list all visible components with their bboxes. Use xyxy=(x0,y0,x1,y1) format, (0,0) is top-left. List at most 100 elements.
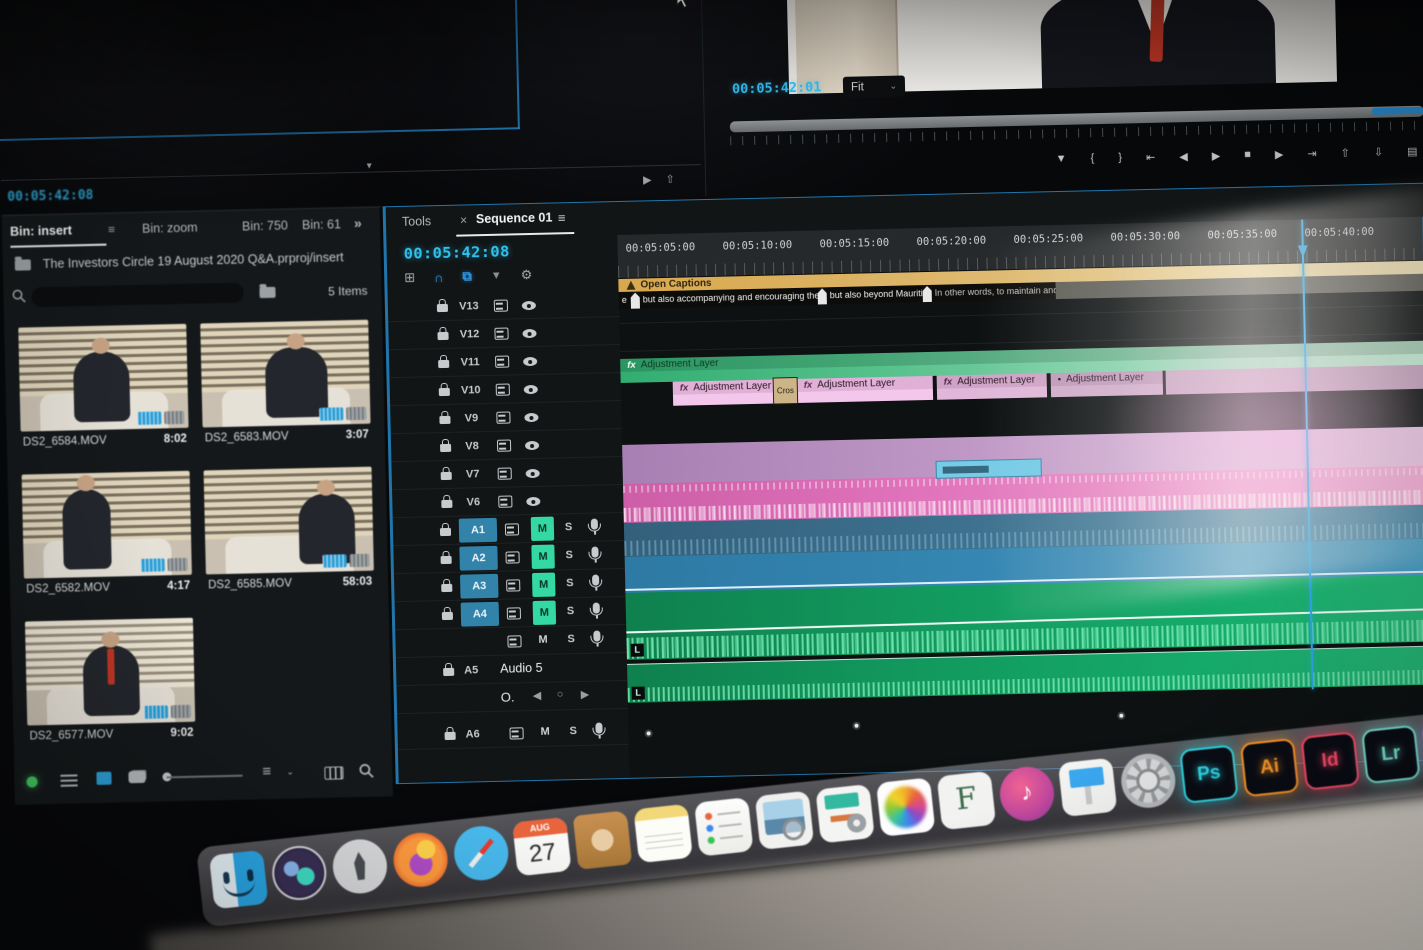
track-lock-icon[interactable] xyxy=(439,388,450,396)
list-view-icon[interactable] xyxy=(60,774,77,786)
transport-button[interactable]: } xyxy=(1118,152,1122,165)
video-track-label[interactable]: V6 xyxy=(458,496,488,509)
mute-button[interactable]: M xyxy=(531,517,555,542)
transport-button[interactable]: ▤ xyxy=(1407,145,1418,158)
transport-button[interactable]: ⇧ xyxy=(1341,146,1351,159)
source-patch-icon[interactable] xyxy=(494,328,508,340)
timeline-track-area[interactable]: 00:05:05:0000:05:10:0000:05:15:0000:05:2… xyxy=(617,216,1423,778)
freeform-view-icon[interactable] xyxy=(128,771,145,783)
track-lock-icon[interactable] xyxy=(445,732,456,740)
transport-button[interactable]: { xyxy=(1090,152,1094,165)
source-patch-icon[interactable] xyxy=(505,551,519,563)
track-lock-icon[interactable] xyxy=(439,416,450,424)
transport-button[interactable]: ⇤ xyxy=(1146,151,1156,164)
track-visibility-icon[interactable] xyxy=(524,385,538,394)
breadcrumb[interactable]: The Investors Circle 19 August 2020 Q&A.… xyxy=(43,250,344,271)
solo-button[interactable]: S xyxy=(565,549,573,561)
caption-clip[interactable]: In other words, to maintain and d xyxy=(932,282,1056,302)
tab-bin-750[interactable]: Bin: 750 xyxy=(242,218,288,233)
track-visibility-icon[interactable] xyxy=(523,357,537,366)
automate-to-sequence-icon[interactable] xyxy=(324,766,343,779)
caption-marker[interactable] xyxy=(818,288,827,304)
clip-thumbnail[interactable] xyxy=(200,320,370,428)
track-lock-icon[interactable] xyxy=(441,472,452,480)
clip-thumbnail[interactable] xyxy=(22,471,192,579)
calendar-icon[interactable]: AUG 27 xyxy=(512,817,572,877)
previous-keyframe-icon[interactable]: ◀ xyxy=(533,689,542,702)
transport-button[interactable]: ■ xyxy=(1244,149,1251,162)
clip-name[interactable]: DS2_6577.MOV xyxy=(29,729,113,743)
transport-button[interactable]: ⇥ xyxy=(1307,147,1317,160)
photoshop-icon[interactable]: Ps xyxy=(1179,744,1239,804)
zoom-level-select[interactable]: Fit ⌄ xyxy=(843,75,905,97)
audio-track-name[interactable]: Audio 5 xyxy=(500,661,543,676)
bin-clip[interactable]: DS2_6583.MOV 3:07 xyxy=(200,320,371,445)
timeline-marker-dot[interactable] xyxy=(645,729,653,737)
font-book-icon[interactable]: F xyxy=(937,771,997,831)
audio-track-label[interactable]: A3 xyxy=(460,574,499,599)
graphic-clip[interactable] xyxy=(936,458,1042,478)
track-lock-icon[interactable] xyxy=(441,500,452,508)
source-patch-icon[interactable] xyxy=(509,727,523,739)
transport-button[interactable]: ▶ xyxy=(1212,149,1221,162)
firefox-icon[interactable] xyxy=(391,830,451,890)
tab-tools[interactable]: Tools xyxy=(402,214,431,229)
audio-track-label[interactable]: A1 xyxy=(459,518,498,543)
keyframe-marquee-icon[interactable]: O. xyxy=(501,689,515,704)
video-track-label[interactable]: V7 xyxy=(458,468,488,481)
solo-button[interactable]: S xyxy=(565,521,573,533)
transport-button[interactable]: ▶ xyxy=(1275,148,1284,161)
volume-rubber-band[interactable] xyxy=(626,607,1423,633)
preview-icon[interactable] xyxy=(755,791,815,851)
track-visibility-icon[interactable] xyxy=(522,329,536,338)
caption-clip[interactable]: but also accompanying and encouraging th… xyxy=(640,287,818,308)
caption-clip[interactable]: e xyxy=(619,292,632,309)
clip-name[interactable]: DS2_6585.MOV xyxy=(208,577,292,591)
next-keyframe-icon[interactable]: ▶ xyxy=(581,688,590,701)
solo-button[interactable]: S xyxy=(567,633,575,645)
track-lock-icon[interactable] xyxy=(441,556,452,564)
clip-thumbnail[interactable] xyxy=(204,467,374,575)
new-bin-folder-icon[interactable] xyxy=(259,287,275,298)
voiceover-record-icon[interactable] xyxy=(593,603,600,614)
transport-button[interactable]: ⇩ xyxy=(1374,146,1384,159)
search-input[interactable] xyxy=(31,283,243,308)
adjustment-layer-clip[interactable]: ▪ Adjustment Layer xyxy=(1051,371,1164,398)
timeline-marker-dot[interactable] xyxy=(852,722,860,730)
clip-thumbnail[interactable] xyxy=(25,618,195,726)
adjustment-layer-clip[interactable]: fx Adjustment Layer xyxy=(937,373,1048,399)
transport-button[interactable]: ◀ xyxy=(1179,150,1188,163)
solo-button[interactable]: S xyxy=(569,725,577,737)
track-lock-icon[interactable] xyxy=(443,668,454,676)
tab-overflow-chevron[interactable]: » xyxy=(354,215,362,231)
panel-menu-icon[interactable]: ≡ xyxy=(108,222,115,236)
sequence-settings-icon[interactable]: ⊞ xyxy=(404,270,415,286)
image-capture-icon[interactable] xyxy=(815,784,875,844)
add-marker-icon[interactable]: ▼ xyxy=(491,270,502,282)
track-lock-icon[interactable] xyxy=(442,612,453,620)
find-icon[interactable] xyxy=(358,763,374,779)
clip-name[interactable]: DS2_6582.MOV xyxy=(26,582,110,596)
source-export-button[interactable]: ⇧ xyxy=(665,173,675,186)
clip-name[interactable]: DS2_6583.MOV xyxy=(205,431,289,445)
video-track-label[interactable]: V12 xyxy=(454,328,484,341)
linked-selection-icon[interactable]: ⧉ xyxy=(462,268,472,284)
caption-clip[interactable]: but also beyond Mauritius xyxy=(827,285,923,304)
sort-icon[interactable]: ≡ xyxy=(262,763,271,780)
timeline-settings-wrench-icon[interactable]: ⚙ xyxy=(521,267,533,283)
source-patch-icon[interactable] xyxy=(507,635,521,647)
indesign-icon[interactable]: Id xyxy=(1300,731,1360,791)
voiceover-record-icon[interactable] xyxy=(591,519,598,530)
source-patch-icon[interactable] xyxy=(496,383,510,395)
add-keyframe-icon[interactable]: ○ xyxy=(557,688,564,700)
source-patch-icon[interactable] xyxy=(498,467,512,479)
source-patch-icon[interactable] xyxy=(506,579,520,591)
snap-magnet-icon[interactable]: ∩ xyxy=(434,269,444,284)
audio-track-label[interactable]: A5 xyxy=(464,664,478,676)
track-lock-icon[interactable] xyxy=(440,444,451,452)
lightroom-icon[interactable]: Lr xyxy=(1361,725,1421,785)
mute-button[interactable]: M xyxy=(531,545,555,570)
track-visibility-icon[interactable] xyxy=(526,469,540,478)
source-patch-icon[interactable] xyxy=(496,411,510,423)
illustrator-icon[interactable]: Ai xyxy=(1240,738,1300,798)
